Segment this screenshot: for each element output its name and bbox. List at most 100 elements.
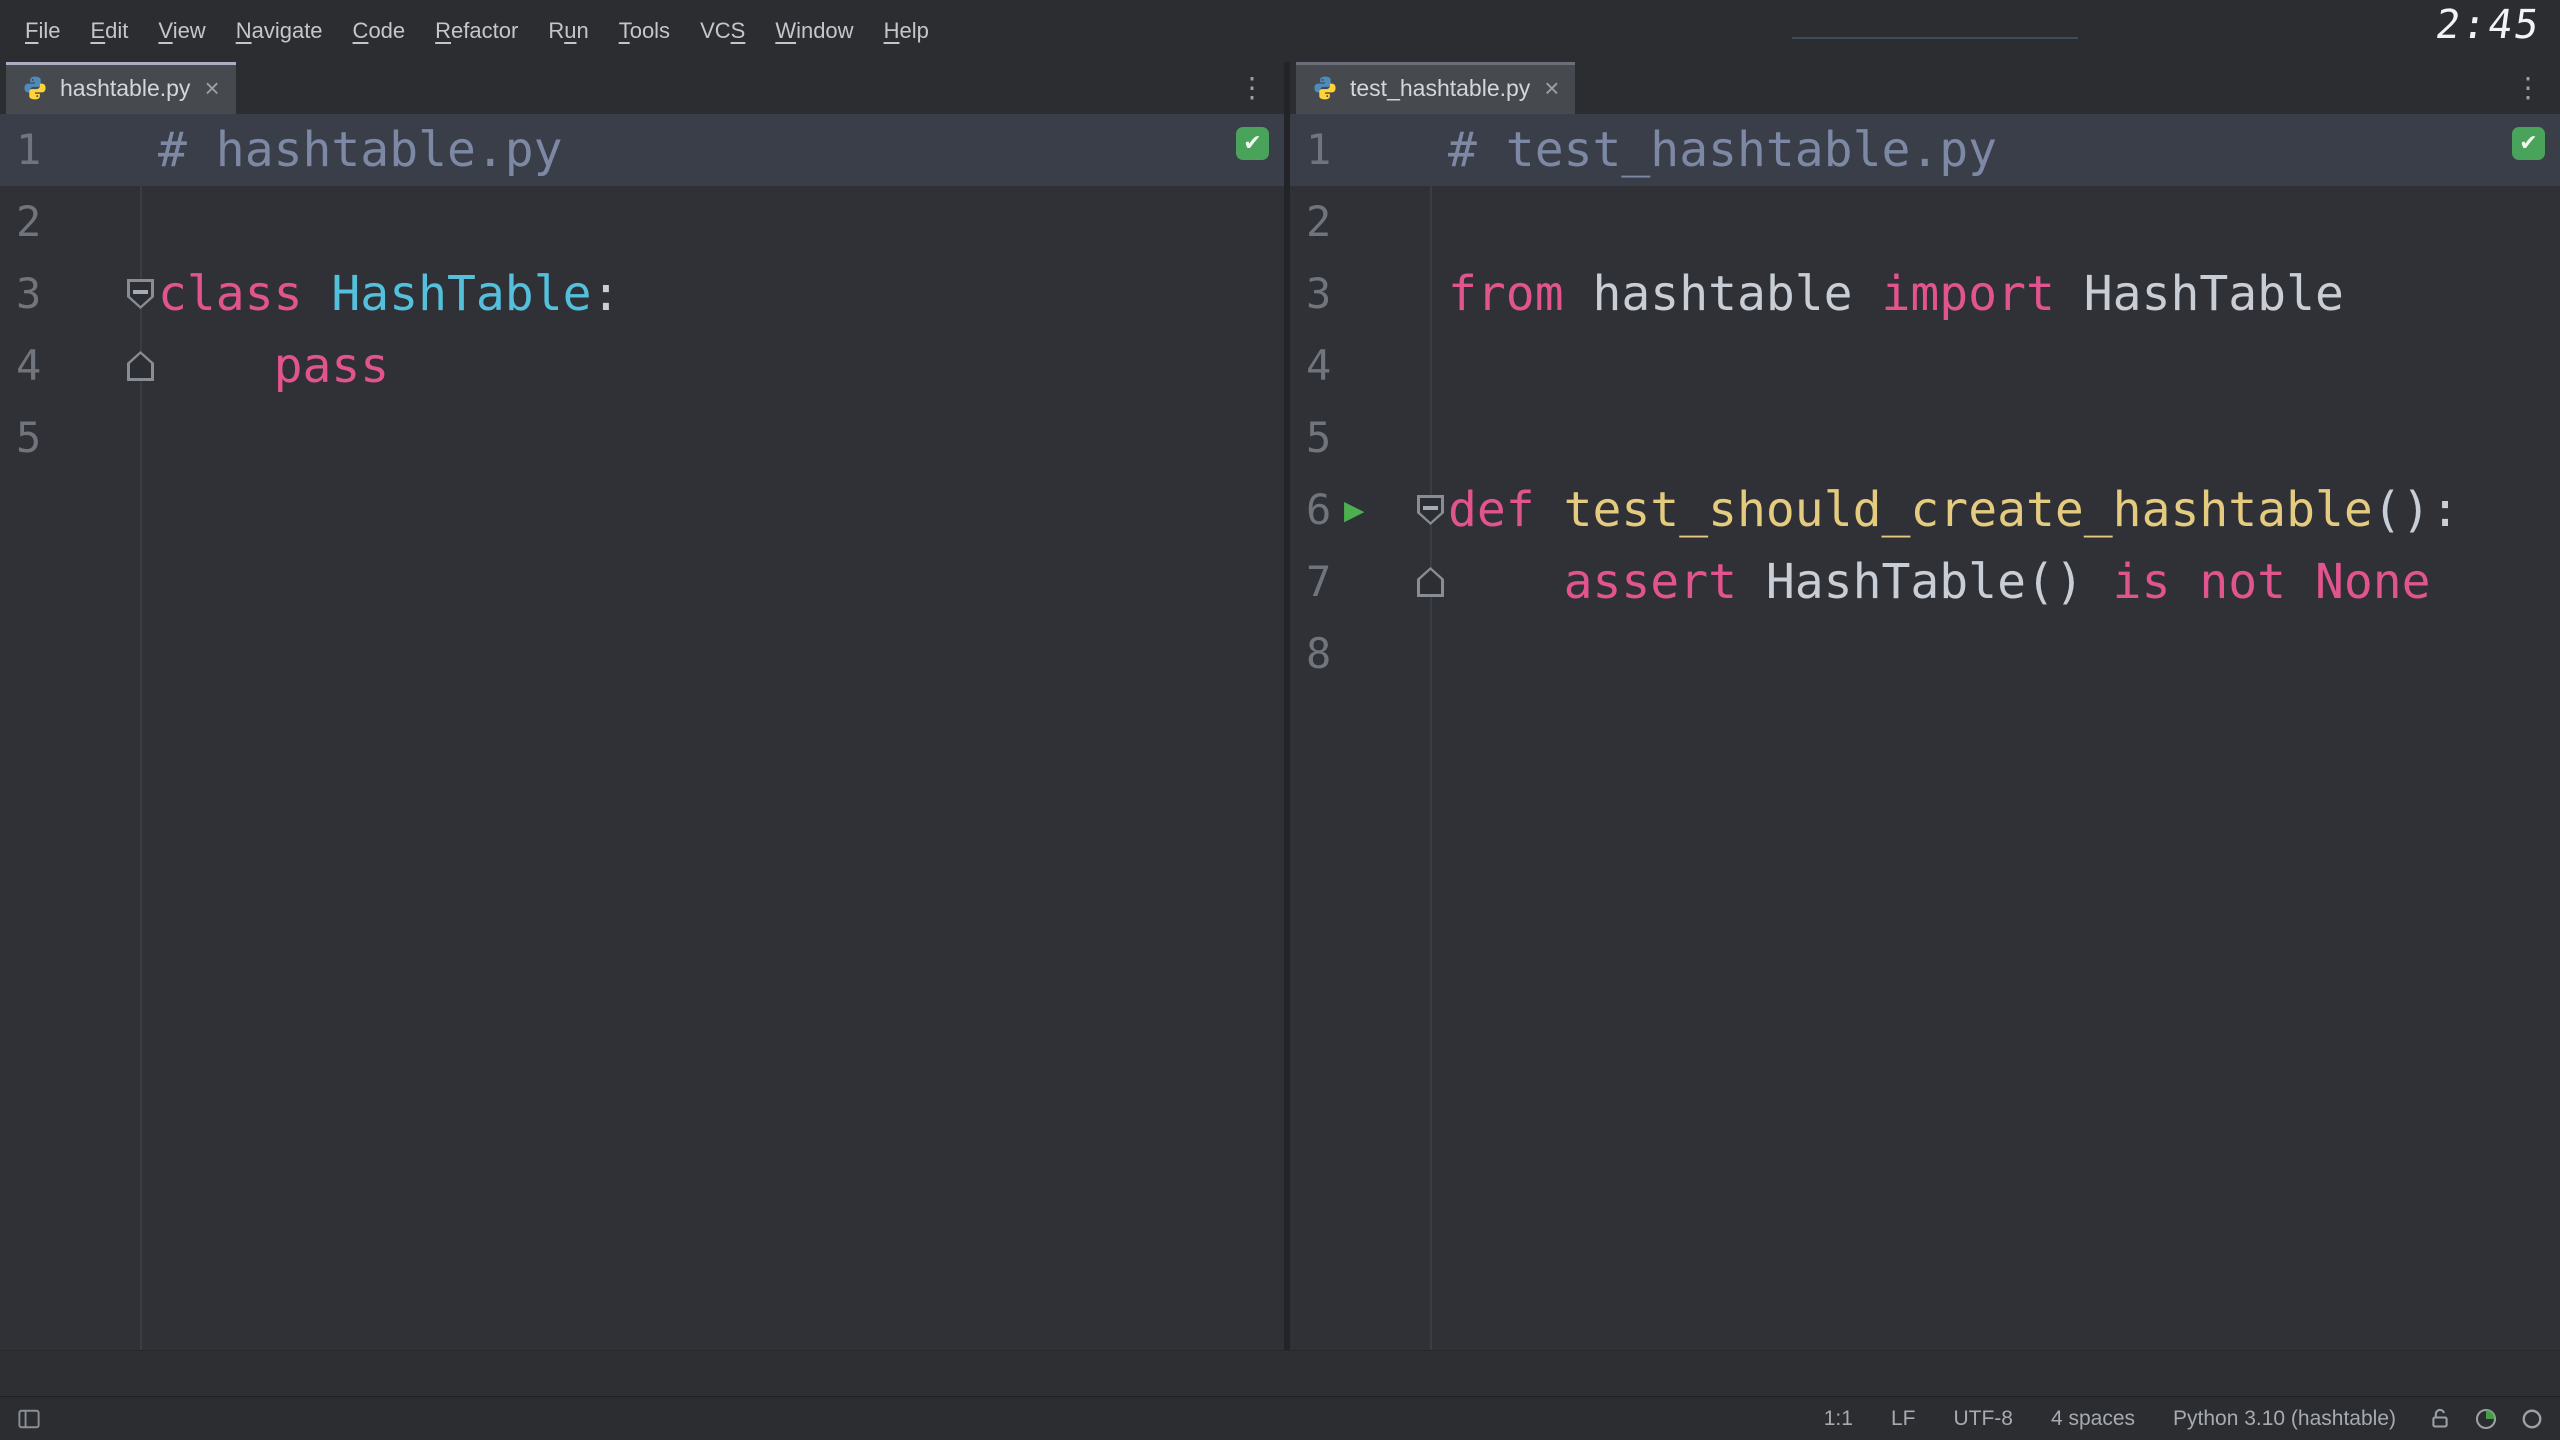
code-line[interactable]: 4 [1290, 330, 2560, 402]
code-text[interactable] [1430, 402, 1448, 474]
line-number[interactable]: 5 [1306, 402, 1331, 474]
line-number[interactable]: 4 [1306, 330, 1331, 402]
code-token: (): [2373, 482, 2460, 538]
line-number[interactable]: 1 [1306, 114, 1331, 186]
code-text[interactable]: # hashtable.py [140, 114, 563, 186]
code-text[interactable]: def test_should_create_hashtable(): [1430, 474, 2459, 546]
code-token: not [2199, 554, 2286, 610]
tab-test-hashtable-py[interactable]: test_hashtable.py × [1296, 62, 1575, 114]
menu-edit[interactable]: Edit [75, 18, 143, 44]
status-items: 1:1 LF UTF-8 4 spaces Python 3.10 (hashtable… [1786, 1407, 2396, 1431]
tab-options-icon[interactable]: ⋮ [2496, 74, 2560, 102]
line-number[interactable]: 5 [16, 402, 41, 474]
code-text[interactable]: pass [140, 330, 389, 402]
gutter[interactable]: 1 [1290, 114, 1430, 186]
line-number[interactable]: 8 [1306, 618, 1331, 690]
menu-navigate[interactable]: Navigate [221, 18, 338, 44]
code-text[interactable] [140, 402, 158, 474]
menu-tools[interactable]: Tools [604, 18, 685, 44]
code-line[interactable]: 1 # hashtable.py [0, 114, 1284, 186]
gutter[interactable]: 3 [0, 258, 140, 330]
status-interpreter[interactable]: Python 3.10 (hashtable) [2173, 1407, 2396, 1431]
gutter[interactable]: 4 [1290, 330, 1430, 402]
code-token: pass [274, 338, 390, 394]
inspections-ok-icon[interactable]: ✔ [1236, 127, 1269, 160]
code-token: hashtable [1564, 266, 1882, 322]
window-layout-icon[interactable] [16, 1408, 42, 1430]
code-line[interactable]: 2 [0, 186, 1284, 258]
status-bar: 1:1 LF UTF-8 4 spaces Python 3.10 (hashtable… [0, 1396, 2560, 1440]
line-number[interactable]: 7 [1306, 546, 1331, 618]
code-text[interactable] [1430, 186, 1448, 258]
gutter[interactable]: 8 [1290, 618, 1430, 690]
code-line[interactable]: 3 from hashtable import HashTable [1290, 258, 2560, 330]
gutter[interactable]: 3 [1290, 258, 1430, 330]
code-token [2286, 554, 2315, 610]
gutter[interactable]: 2 [0, 186, 140, 258]
code-line[interactable]: 5 [0, 402, 1284, 474]
inspections-ok-icon[interactable]: ✔ [2512, 127, 2545, 160]
line-number[interactable]: 4 [16, 330, 41, 402]
line-number[interactable]: 3 [1306, 258, 1331, 330]
line-number[interactable]: 2 [16, 186, 41, 258]
gutter[interactable]: 7 [1290, 546, 1430, 618]
status-encoding[interactable]: UTF-8 [1953, 1407, 2013, 1431]
menu-code[interactable]: Code [338, 18, 421, 44]
tab-bar-right: test_hashtable.py × ⋮ [1290, 62, 2560, 114]
code-line[interactable]: 7 assert HashTable() is not None [1290, 546, 2560, 618]
tab-title: hashtable.py [60, 75, 190, 102]
code-line[interactable]: 6▶def test_should_create_hashtable(): [1290, 474, 2560, 546]
code-line[interactable]: 2 [1290, 186, 2560, 258]
python-file-icon [22, 75, 48, 101]
code-line[interactable]: 1 # test_hashtable.py [1290, 114, 2560, 186]
gutter[interactable]: 5 [0, 402, 140, 474]
code-text[interactable]: assert HashTable() is not None [1430, 546, 2431, 618]
line-number[interactable]: 3 [16, 258, 41, 330]
editor-right[interactable]: 1 # test_hashtable.py 23 from hashtable imp… [1290, 114, 2560, 1350]
status-indent[interactable]: 4 spaces [2051, 1407, 2135, 1431]
tab-hashtable-py[interactable]: hashtable.py × [6, 62, 236, 114]
gutter[interactable]: 1 [0, 114, 140, 186]
status-line-separator[interactable]: LF [1891, 1407, 1916, 1431]
status-caret-position[interactable]: 1:1 [1824, 1407, 1853, 1431]
gutter[interactable]: 2 [1290, 186, 1430, 258]
code-line[interactable]: 5 [1290, 402, 2560, 474]
line-number[interactable]: 6 [1306, 474, 1331, 546]
code-token: class [158, 266, 303, 322]
editor-left[interactable]: 1# hashtable.py23class HashTable:4 pass5… [0, 114, 1284, 1350]
code-token: # hashtable.py [158, 122, 563, 178]
code-text[interactable]: class HashTable: [140, 258, 620, 330]
gutter[interactable]: 4 [0, 330, 140, 402]
code-line[interactable]: 8 [1290, 618, 2560, 690]
lock-icon[interactable] [2428, 1407, 2452, 1431]
background-tasks-icon[interactable] [2520, 1407, 2544, 1431]
close-tab-icon[interactable]: × [204, 75, 219, 101]
run-test-icon[interactable]: ▶ [1344, 474, 1364, 546]
code-text[interactable] [1430, 330, 1448, 402]
code-line[interactable]: 4 pass [0, 330, 1284, 402]
code-text[interactable]: # test_hashtable.py [1430, 114, 1997, 186]
code-text[interactable] [140, 186, 158, 258]
progress-underline [1792, 37, 2078, 39]
tab-options-icon[interactable]: ⋮ [1220, 74, 1284, 102]
gutter[interactable]: 5 [1290, 402, 1430, 474]
status-icons [2428, 1407, 2544, 1431]
line-number[interactable]: 2 [1306, 186, 1331, 258]
code-token: def [1448, 482, 1535, 538]
menu-run[interactable]: Run [533, 18, 603, 44]
menu-refactor[interactable]: Refactor [420, 18, 533, 44]
close-tab-icon[interactable]: × [1544, 75, 1559, 101]
check-icon: ✔ [2519, 131, 2537, 156]
inspections-widget-icon[interactable] [2474, 1407, 2498, 1431]
menu-view[interactable]: View [143, 18, 220, 44]
code-line[interactable]: 3 class HashTable: [0, 258, 1284, 330]
menu-file[interactable]: File [10, 18, 75, 44]
menu-vcs[interactable]: VCS [685, 18, 760, 44]
menu-help[interactable]: Help [869, 18, 944, 44]
code-token: HashTable [331, 266, 591, 322]
menu-window[interactable]: Window [760, 18, 868, 44]
gutter[interactable]: 6▶ [1290, 474, 1430, 546]
code-text[interactable] [1430, 618, 1448, 690]
code-text[interactable]: from hashtable import HashTable [1430, 258, 2344, 330]
line-number[interactable]: 1 [16, 114, 41, 186]
